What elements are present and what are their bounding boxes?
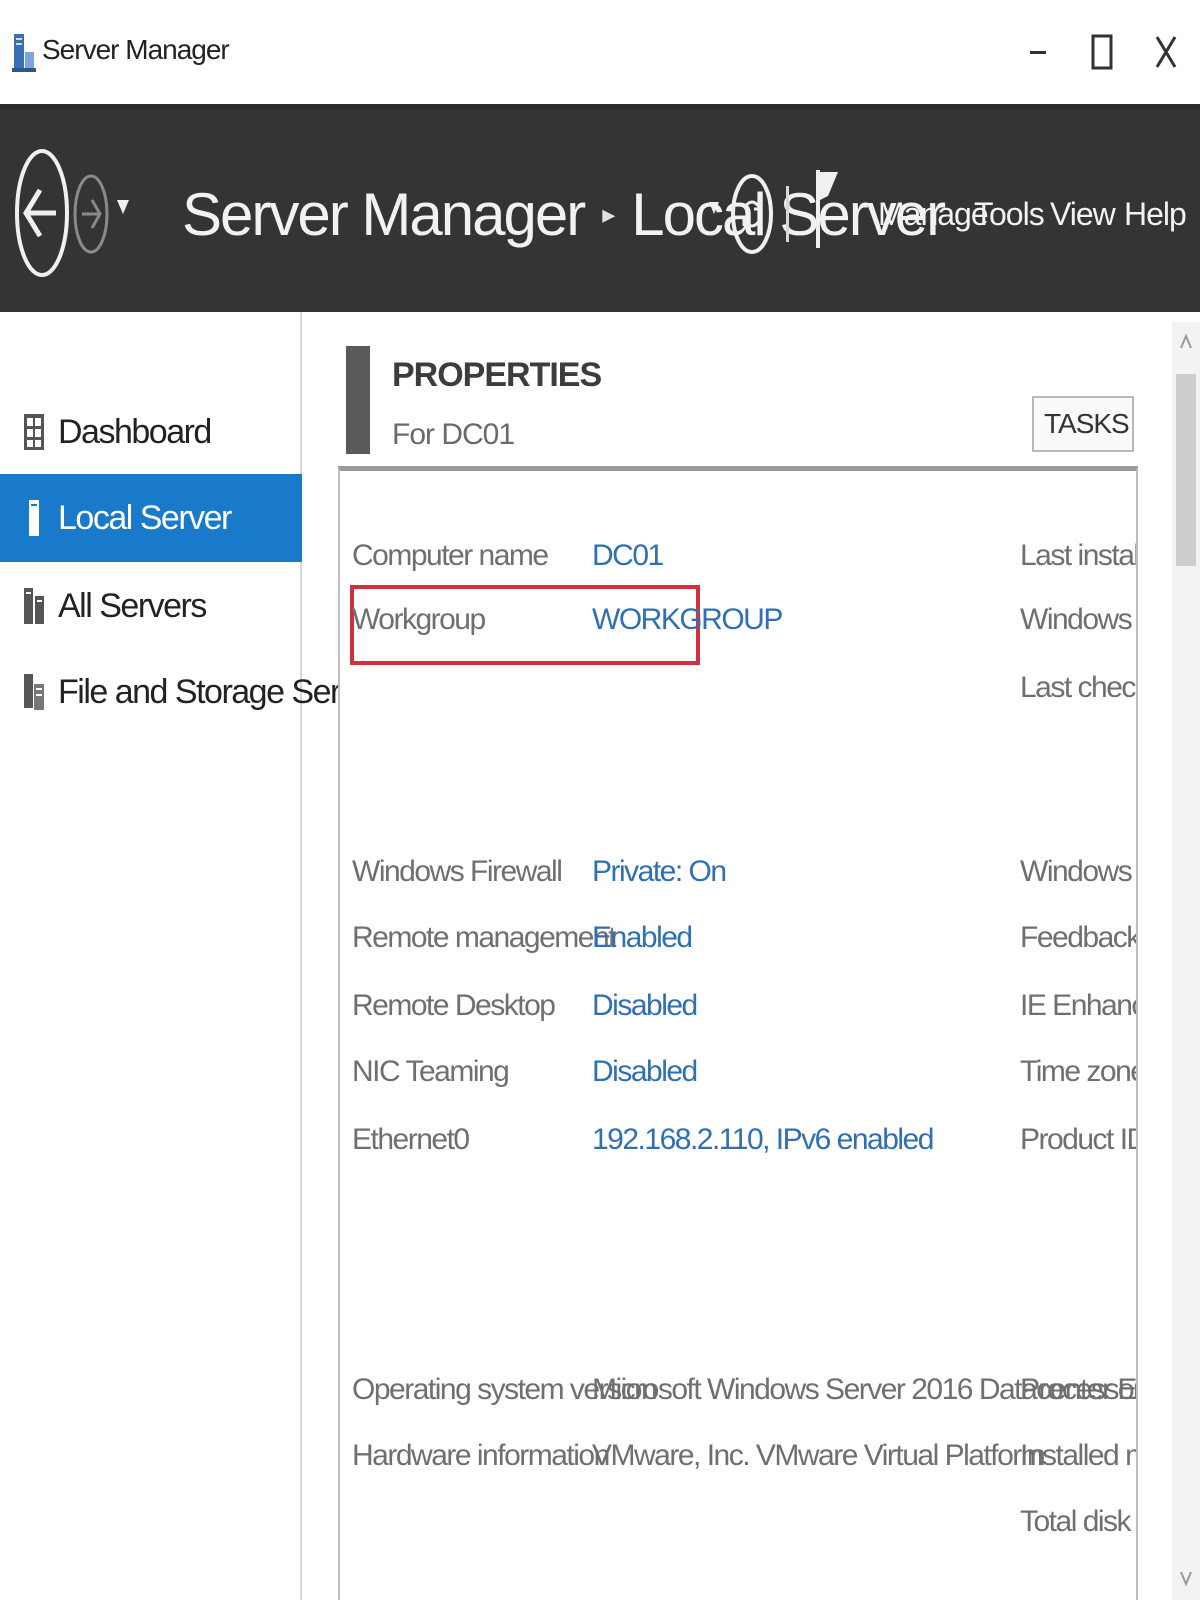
property-row-computer-name: Computer name DC01 Last installed up — [340, 531, 1138, 579]
tasks-label: TASKS — [1044, 408, 1130, 439]
scroll-thumb[interactable] — [1176, 374, 1196, 566]
breadcrumb-root[interactable]: Server Manager — [182, 180, 586, 249]
property-label: Last checked fo — [1020, 671, 1136, 704]
breadcrumb-separator-icon: ▸ — [602, 199, 615, 229]
tasks-dropdown-button[interactable]: TASKS — [1032, 396, 1134, 452]
property-label: Time zone — [1020, 1055, 1138, 1088]
window-title: Server Manager — [42, 34, 230, 65]
properties-title: PROPERTIES — [392, 356, 602, 394]
property-label: Total disk space — [1020, 1505, 1136, 1538]
property-label: Computer name — [352, 539, 549, 572]
dashboard-icon — [24, 414, 44, 450]
refresh-icon[interactable] — [730, 172, 774, 256]
hardware-information-value: VMware, Inc. VMware Virtual Platform — [592, 1439, 1046, 1472]
property-label: Last installed up — [1020, 539, 1138, 572]
property-label: Windows Defe — [1020, 855, 1136, 888]
close-button[interactable] — [1140, 22, 1192, 82]
property-label: Installed memo — [1020, 1439, 1136, 1472]
sidebar-item-label: Local Server — [58, 498, 232, 537]
property-label: Ethernet0 — [352, 1123, 470, 1156]
header-bar: Server Manager ▸ Local Server Manage Too… — [0, 104, 1200, 312]
property-row-hardware-information: Hardware information VMware, Inc. VMware… — [340, 1431, 1136, 1479]
server-manager-app-icon — [12, 34, 36, 72]
maximize-button[interactable] — [1076, 22, 1128, 82]
title-bar: Server Manager — [0, 0, 1200, 104]
vertical-scrollbar[interactable] — [1172, 322, 1200, 1600]
property-label: NIC Teaming — [352, 1055, 510, 1088]
property-label: Windows Updat — [1020, 603, 1136, 636]
property-label: Feedback & Dia — [1020, 921, 1138, 954]
sidebar-item-local-server[interactable]: Local Server — [0, 474, 302, 562]
property-row-workgroup: Workgroup WORKGROUP Windows Updat — [340, 595, 1136, 643]
navigation-sidebar: Dashboard Local Server All Servers File … — [0, 312, 411, 1600]
property-label: Processors — [1020, 1373, 1136, 1406]
windows-firewall-link[interactable]: Private: On — [592, 855, 727, 889]
sidebar-item-file-and-storage-services[interactable]: File and Storage Services — [0, 648, 411, 736]
nav-history-dropdown-icon[interactable] — [116, 198, 130, 216]
property-label: Remote Desktop — [352, 989, 556, 1022]
menu-tools[interactable]: Tools — [974, 196, 1045, 233]
property-label: Windows Firewall — [352, 855, 563, 888]
property-label: IE Enhanced Se — [1020, 989, 1136, 1022]
computer-name-link[interactable]: DC01 — [592, 539, 664, 573]
all-servers-icon — [24, 588, 44, 624]
local-server-icon — [29, 500, 39, 536]
remote-management-link[interactable]: Enabled — [592, 921, 693, 955]
notifications-flag-icon[interactable] — [814, 166, 840, 250]
property-label: Hardware information — [352, 1439, 610, 1472]
file-storage-icon — [24, 674, 44, 710]
property-label: Remote management — [352, 921, 617, 954]
remote-desktop-link[interactable]: Disabled — [592, 989, 698, 1023]
close-icon — [1155, 36, 1177, 68]
property-row-remote-management: Remote management Enabled Feedback & Dia — [340, 913, 1138, 961]
scroll-up-button[interactable] — [1172, 332, 1200, 358]
section-marker — [346, 346, 370, 454]
properties-subtitle: For DC01 — [392, 418, 515, 451]
sidebar-item-all-servers[interactable]: All Servers — [0, 562, 302, 650]
property-label: Workgroup — [352, 603, 486, 636]
sidebar-item-label: All Servers — [58, 586, 207, 625]
property-row-nic-teaming: NIC Teaming Disabled Time zone — [340, 1047, 1138, 1095]
chevron-up-icon — [1180, 333, 1192, 349]
refresh-dropdown-icon[interactable] — [708, 200, 720, 216]
property-row-windows-firewall: Windows Firewall Private: On Windows Def… — [340, 847, 1136, 895]
maximize-icon — [1091, 34, 1113, 70]
property-row-os-version: Operating system version Microsoft Windo… — [340, 1365, 1136, 1413]
menu-help[interactable]: Help — [1124, 196, 1187, 233]
ethernet0-link[interactable]: 192.168.2.110, IPv6 enabled — [592, 1123, 934, 1157]
property-label: Product ID — [1020, 1123, 1138, 1156]
menu-manage[interactable]: Manage — [878, 196, 989, 233]
scroll-down-button[interactable] — [1172, 1568, 1200, 1594]
property-row-remote-desktop: Remote Desktop Disabled IE Enhanced Se — [340, 981, 1136, 1029]
workgroup-link[interactable]: WORKGROUP — [592, 603, 783, 637]
property-row-total-disk-space: Total disk space — [340, 1497, 1136, 1545]
menu-view[interactable]: View — [1050, 196, 1116, 233]
property-row-ethernet0: Ethernet0 192.168.2.110, IPv6 enabled Pr… — [340, 1115, 1138, 1163]
property-row-last-checked: Last checked fo — [340, 663, 1136, 711]
nic-teaming-link[interactable]: Disabled — [592, 1055, 698, 1089]
sidebar-item-label: Dashboard — [58, 412, 212, 451]
forward-arrow-icon[interactable] — [72, 172, 110, 256]
minimize-button[interactable] — [1012, 22, 1064, 82]
properties-panel: Computer name DC01 Last installed up Wor… — [338, 466, 1138, 1600]
minimize-icon — [1030, 51, 1046, 54]
header-divider — [786, 186, 789, 242]
chevron-down-icon — [1180, 1571, 1192, 1587]
sidebar-item-dashboard[interactable]: Dashboard — [0, 388, 302, 476]
back-arrow-icon[interactable] — [14, 146, 70, 280]
